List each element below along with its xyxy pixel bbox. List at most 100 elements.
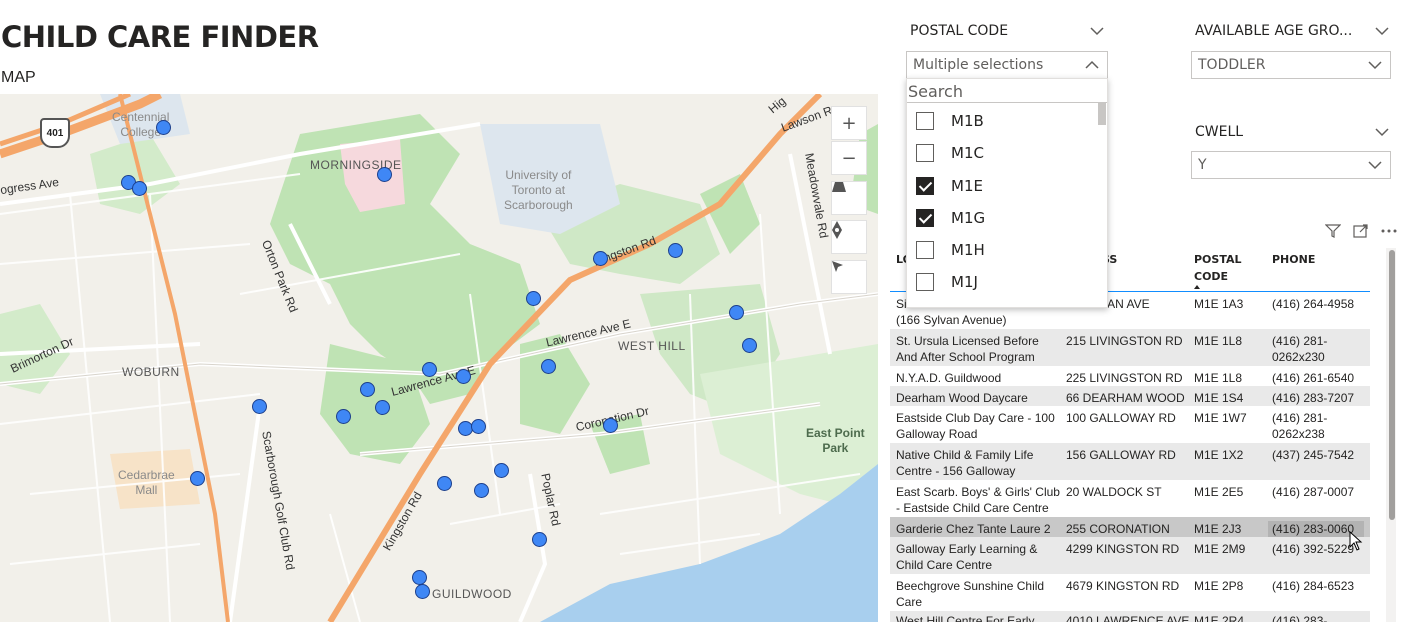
- dropdown-scrollbar-thumb[interactable]: [1098, 103, 1106, 125]
- chevron-down-icon[interactable]: [1090, 24, 1104, 38]
- map-pin[interactable]: [668, 243, 683, 258]
- sort-ascending-icon: [1194, 285, 1200, 289]
- map-section-label: MAP: [1, 69, 36, 86]
- filter-icon[interactable]: [1325, 224, 1341, 238]
- map-pin[interactable]: [474, 483, 489, 498]
- option-label: M1G: [951, 209, 986, 227]
- table-row[interactable]: Eastside Club Day Care - 100 Galloway Ro…: [890, 406, 1370, 443]
- cell-postal: M1E 1L8: [1194, 334, 1243, 348]
- cell-phone: (416) 284-6523: [1272, 579, 1355, 593]
- map-pin[interactable]: [593, 251, 608, 266]
- postal-option-m1g[interactable]: M1G: [916, 204, 985, 232]
- map-pin[interactable]: [375, 400, 390, 415]
- zoom-out-button[interactable]: −: [831, 141, 867, 175]
- table-row[interactable]: Native Child & Family Life Centre - 156 …: [890, 443, 1370, 480]
- map-pin[interactable]: [603, 418, 618, 433]
- option-label: M1J: [951, 273, 978, 291]
- map-pin[interactable]: [377, 167, 392, 182]
- cell-postal: M1E 2J3: [1194, 522, 1242, 536]
- cwell-dropdown[interactable]: Y: [1191, 151, 1391, 179]
- chevron-down-icon[interactable]: [1375, 24, 1389, 38]
- map-pin[interactable]: [526, 291, 541, 306]
- postal-option-m1j[interactable]: M1J: [916, 268, 978, 296]
- checkbox[interactable]: [916, 112, 934, 130]
- map-pin[interactable]: [541, 359, 556, 374]
- postal-option-m1h[interactable]: M1H: [916, 236, 985, 264]
- map-pin[interactable]: [437, 476, 452, 491]
- column-header-postal-code[interactable]: POSTAL CODE: [1194, 251, 1242, 285]
- map-pin[interactable]: [742, 338, 757, 353]
- column-header-phone[interactable]: PHONE: [1272, 251, 1315, 268]
- zoom-in-button[interactable]: +: [831, 106, 867, 140]
- cell-name: Beechgrove Sunshine Child Care: [896, 579, 1045, 609]
- map-label-cedarbrae-mall: Cedarbrae Mall: [118, 468, 175, 497]
- age-group-dropdown[interactable]: TODDLER: [1191, 51, 1391, 79]
- checkbox[interactable]: [916, 273, 934, 291]
- focus-mode-icon[interactable]: [1353, 224, 1369, 238]
- map-pin[interactable]: [471, 419, 486, 434]
- map-pin[interactable]: [412, 570, 427, 585]
- cell-postal: M1E 1S4: [1194, 391, 1244, 405]
- cell-address: 156 GALLOWAY RD: [1066, 448, 1176, 462]
- cell-phone: (416) 283-7207: [1272, 391, 1355, 405]
- table-row[interactable]: Dearham Wood Daycare 66 DEARHAM WOOD M1E…: [890, 386, 1370, 406]
- postal-option-m1e[interactable]: M1E: [916, 172, 983, 200]
- pointer-icon: [832, 261, 843, 272]
- table-row[interactable]: Garderie Chez Tante Laure 2 255 CORONATI…: [890, 517, 1370, 552]
- cell-name: N.Y.A.D. Guildwood: [896, 371, 1002, 385]
- table-scrollbar-thumb[interactable]: [1389, 250, 1395, 520]
- chevron-down-icon[interactable]: [1375, 125, 1389, 139]
- table-row[interactable]: West Hill Centre For Early 4010 LAWRENCE…: [890, 611, 1370, 622]
- mouse-cursor-icon: [1349, 531, 1363, 551]
- map-pin[interactable]: [415, 584, 430, 599]
- cwell-selection: Y: [1198, 157, 1207, 173]
- map-pin[interactable]: [532, 532, 547, 547]
- map-pin[interactable]: [422, 362, 437, 377]
- map-pin[interactable]: [494, 463, 509, 478]
- table-row[interactable]: N.Y.A.D. Guildwood 225 LIVINGSTON RD M1E…: [890, 366, 1370, 386]
- postal-option-m1b[interactable]: M1B: [916, 107, 984, 135]
- checkbox-checked[interactable]: [916, 177, 934, 195]
- cell-name: St. Ursula Licensed Before And After Sch…: [896, 334, 1039, 364]
- cell-name: Native Child & Family Life Centre - 156 …: [896, 448, 1034, 478]
- cell-name: East Scarb. Boys' & Girls' Club - Eastsi…: [896, 485, 1060, 515]
- postal-option-m1c[interactable]: M1C: [916, 139, 984, 167]
- option-label: M1H: [951, 241, 985, 259]
- tilt-icon: [832, 182, 846, 192]
- checkbox[interactable]: [916, 241, 934, 259]
- map-pin[interactable]: [156, 120, 171, 135]
- map-label-west-hill: WEST HILL: [618, 339, 686, 353]
- chevron-down-icon: [1368, 61, 1382, 70]
- table-row[interactable]: St. Ursula Licensed Before And After Sch…: [890, 329, 1370, 366]
- postal-code-dropdown[interactable]: Multiple selections: [906, 51, 1108, 79]
- cell-postal: M1E 1X2: [1194, 448, 1244, 462]
- map-visual[interactable]: 401 Centennial College ogress Ave MORNIN…: [0, 94, 878, 622]
- map-label-east-point-park: East Point Park: [806, 426, 865, 455]
- checkbox-checked[interactable]: [916, 209, 934, 227]
- cell-phone: (416) 283-: [1272, 614, 1328, 622]
- map-pin[interactable]: [252, 399, 267, 414]
- more-options-icon[interactable]: [1381, 229, 1397, 233]
- map-pin[interactable]: [132, 181, 147, 196]
- cell-postal: M1E 2R4: [1194, 614, 1245, 622]
- table-row[interactable]: Galloway Early Learning & Child Care Cen…: [890, 537, 1370, 574]
- map-pin[interactable]: [190, 471, 205, 486]
- postal-code-search-input[interactable]: Search: [908, 82, 963, 101]
- compass-button[interactable]: [831, 220, 867, 254]
- cell-address: 4679 KINGSTON RD: [1066, 579, 1180, 593]
- chevron-up-icon: [1085, 60, 1099, 69]
- chevron-down-icon: [1368, 161, 1382, 170]
- tilt-button[interactable]: [831, 181, 867, 215]
- cell-address: 4299 KINGSTON RD: [1066, 542, 1180, 556]
- map-pin[interactable]: [336, 409, 351, 424]
- map-pin[interactable]: [456, 369, 471, 384]
- checkbox[interactable]: [916, 144, 934, 162]
- map-pin[interactable]: [360, 382, 375, 397]
- table-row[interactable]: Beechgrove Sunshine Child Care 4679 KING…: [890, 574, 1370, 611]
- map-pin[interactable]: [729, 305, 744, 320]
- cell-address: 215 LIVINGSTON RD: [1066, 334, 1183, 348]
- table-row[interactable]: East Scarb. Boys' & Girls' Club - Eastsi…: [890, 480, 1370, 517]
- postal-code-dropdown-list[interactable]: Search M1B M1C M1E M1G M1H M1J: [906, 78, 1108, 308]
- select-button[interactable]: [831, 260, 867, 294]
- cwell-slicer-title: CWELL: [1195, 124, 1244, 140]
